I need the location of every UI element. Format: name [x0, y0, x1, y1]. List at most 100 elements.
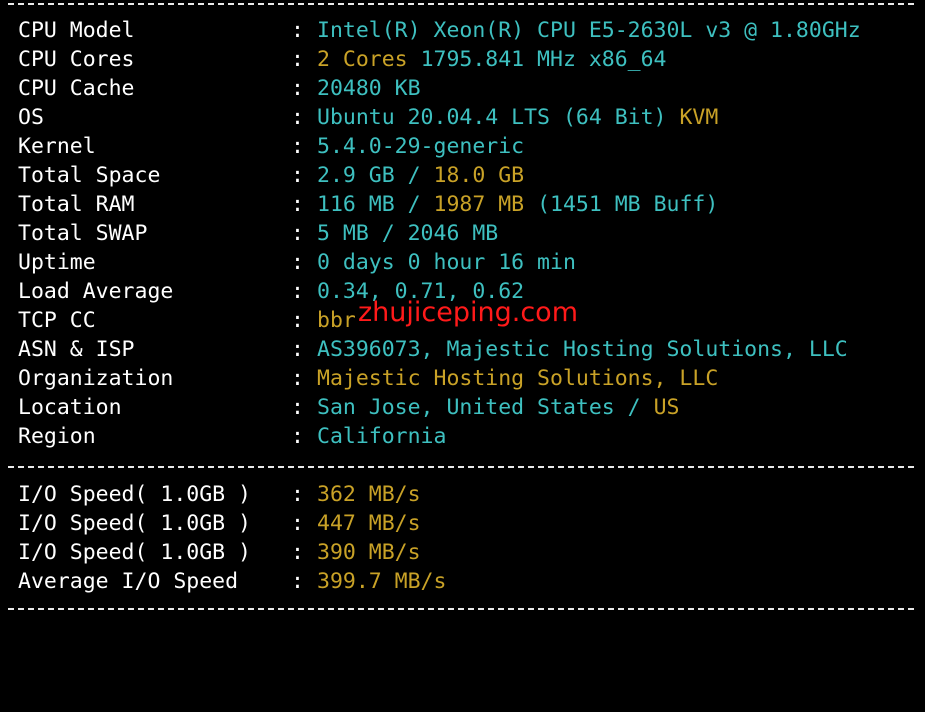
- asn-isp-value: AS396073, Majestic Hosting Solutions, LL…: [317, 337, 848, 362]
- separator-top: [8, 3, 914, 5]
- row-value: 2.9 GB / 18.0 GB: [317, 161, 524, 190]
- space-used: 2.9 GB /: [317, 163, 421, 188]
- tcp-cc-value: bbr: [317, 308, 356, 333]
- row-label: OS: [18, 105, 44, 130]
- row-label: Total SWAP: [18, 221, 148, 246]
- row-label: CPU Cache: [18, 76, 135, 101]
- row-label: I/O Speed( 1.0GB ): [18, 511, 251, 536]
- row-value: 20480 KB: [317, 74, 421, 103]
- info-row-organization: Organization : Majestic Hosting Solution…: [18, 364, 718, 393]
- info-row-location: Location : San Jose, United States / US: [18, 393, 679, 422]
- row-colon: :: [291, 105, 304, 130]
- row-label: Region: [18, 424, 96, 449]
- location-country-code: US: [653, 395, 680, 420]
- row-label: ASN & ISP: [18, 337, 135, 362]
- info-row-cpu-model: CPU Model : Intel(R) Xeon(R) CPU E5-2630…: [18, 16, 861, 45]
- io-row-3: I/O Speed( 1.0GB ) : 390 MB/s: [18, 538, 421, 567]
- row-value: San Jose, United States / US: [317, 393, 679, 422]
- cpu-model-value: Intel(R) Xeon(R) CPU E5-2630L v3 @ 1.80G…: [317, 18, 861, 43]
- io-speed-value: 447 MB/s: [317, 511, 421, 536]
- row-label: I/O Speed( 1.0GB ): [18, 540, 251, 565]
- row-value: California: [317, 422, 446, 451]
- row-value: Intel(R) Xeon(R) CPU E5-2630L v3 @ 1.80G…: [317, 16, 861, 45]
- row-value: Majestic Hosting Solutions, LLC: [317, 364, 718, 393]
- row-colon: :: [291, 540, 304, 565]
- row-label: Organization: [18, 366, 174, 391]
- row-colon: :: [291, 134, 304, 159]
- row-colon: :: [291, 76, 304, 101]
- row-label: CPU Cores: [18, 47, 135, 72]
- row-label: Total Space: [18, 163, 161, 188]
- row-value: 116 MB / 1987 MB (1451 MB Buff): [317, 190, 718, 219]
- info-row-tcp-cc: TCP CC : bbr: [18, 306, 356, 335]
- organization-value: Majestic Hosting Solutions, LLC: [317, 366, 719, 391]
- row-value: 2 Cores 1795.841 MHz x86_64: [317, 45, 667, 74]
- row-value: 390 MB/s: [317, 538, 421, 567]
- row-value: Ubuntu 20.04.4 LTS (64 Bit) KVM: [317, 103, 718, 132]
- row-colon: :: [291, 163, 304, 188]
- ram-buff: (1451 MB Buff): [537, 192, 719, 217]
- row-colon: :: [291, 279, 304, 304]
- row-colon: :: [291, 366, 304, 391]
- io-row-average: Average I/O Speed : 399.7 MB/s: [18, 567, 446, 596]
- space-total: 18.0 GB: [433, 163, 525, 188]
- row-colon: :: [291, 47, 304, 72]
- virtualization-type: KVM: [679, 105, 719, 130]
- row-value: AS396073, Majestic Hosting Solutions, LL…: [317, 335, 848, 364]
- row-label: Average I/O Speed: [18, 569, 239, 594]
- row-value: 5.4.0-29-generic: [317, 132, 524, 161]
- row-value: bbr: [317, 306, 356, 335]
- separator-bottom: [8, 608, 914, 610]
- row-label: Kernel: [18, 134, 96, 159]
- region-value: California: [317, 424, 447, 449]
- io-speed-average-value: 399.7 MB/s: [317, 569, 447, 594]
- row-value: 5 MB / 2046 MB: [317, 219, 498, 248]
- ram-total: 1987 MB: [433, 192, 525, 217]
- info-row-kernel: Kernel : 5.4.0-29-generic: [18, 132, 524, 161]
- row-label: TCP CC: [18, 308, 96, 333]
- info-row-load-average: Load Average : 0.34, 0.71, 0.62: [18, 277, 524, 306]
- row-value: 399.7 MB/s: [317, 567, 446, 596]
- os-name: Ubuntu 20.04.4 LTS (64 Bit): [317, 105, 667, 130]
- cpu-cache-value: 20480 KB: [317, 76, 421, 101]
- row-colon: :: [291, 337, 304, 362]
- row-value: 362 MB/s: [317, 480, 421, 509]
- watermark-text: zhujiceping.com: [358, 297, 578, 328]
- row-value: 0 days 0 hour 16 min: [317, 248, 576, 277]
- info-row-asn-isp: ASN & ISP : AS396073, Majestic Hosting S…: [18, 335, 848, 364]
- row-value: 447 MB/s: [317, 509, 421, 538]
- cpu-cores-count: 2 Cores: [317, 47, 408, 72]
- swap-value: 5 MB / 2046 MB: [317, 221, 499, 246]
- row-colon: :: [291, 308, 304, 333]
- row-colon: :: [291, 569, 304, 594]
- io-speed-value: 390 MB/s: [317, 540, 421, 565]
- row-colon: :: [291, 221, 304, 246]
- info-row-region: Region : California: [18, 422, 446, 451]
- info-row-uptime: Uptime : 0 days 0 hour 16 min: [18, 248, 576, 277]
- row-label: Load Average: [18, 279, 174, 304]
- info-row-total-swap: Total SWAP : 5 MB / 2046 MB: [18, 219, 498, 248]
- row-label: Location: [18, 395, 122, 420]
- row-label: Total RAM: [18, 192, 135, 217]
- io-row-1: I/O Speed( 1.0GB ) : 362 MB/s: [18, 480, 421, 509]
- kernel-value: 5.4.0-29-generic: [317, 134, 525, 159]
- location-city-country: San Jose, United States /: [317, 395, 641, 420]
- row-label: CPU Model: [18, 18, 135, 43]
- row-colon: :: [291, 192, 304, 217]
- row-colon: :: [291, 250, 304, 275]
- row-colon: :: [291, 511, 304, 536]
- uptime-value: 0 days 0 hour 16 min: [317, 250, 576, 275]
- cpu-frequency-arch: 1795.841 MHz x86_64: [420, 47, 667, 72]
- terminal-window: CPU Model : Intel(R) Xeon(R) CPU E5-2630…: [0, 0, 925, 612]
- info-row-os: OS : Ubuntu 20.04.4 LTS (64 Bit) KVM: [18, 103, 718, 132]
- row-colon: :: [291, 18, 304, 43]
- info-row-cpu-cache: CPU Cache : 20480 KB: [18, 74, 421, 103]
- row-colon: :: [291, 424, 304, 449]
- row-label: I/O Speed( 1.0GB ): [18, 482, 251, 507]
- io-speed-value: 362 MB/s: [317, 482, 421, 507]
- ram-used: 116 MB /: [317, 192, 421, 217]
- info-row-total-ram: Total RAM : 116 MB / 1987 MB (1451 MB Bu…: [18, 190, 718, 219]
- info-row-cpu-cores: CPU Cores : 2 Cores 1795.841 MHz x86_64: [18, 45, 667, 74]
- row-colon: :: [291, 482, 304, 507]
- separator-middle: [8, 466, 914, 468]
